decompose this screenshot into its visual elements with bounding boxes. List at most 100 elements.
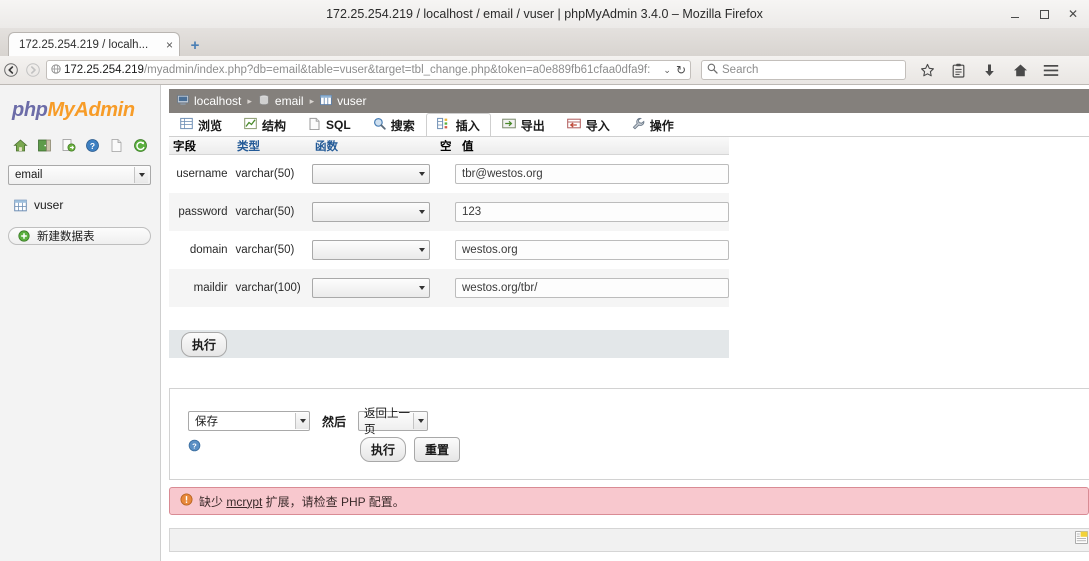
tab-label: 插入 <box>455 118 480 133</box>
table-header-row: 字段 类型 函数 空 值 <box>169 137 729 155</box>
sidebar-item-vuser[interactable]: vuser <box>12 197 63 213</box>
tab-sql[interactable]: SQL <box>297 113 362 136</box>
field-type: varchar(100) <box>235 282 301 294</box>
bookmark-star-icon[interactable] <box>918 61 936 79</box>
chevron-down-icon[interactable] <box>416 280 429 296</box>
reload-icon[interactable] <box>132 137 148 153</box>
insert-icon <box>436 117 451 133</box>
chevron-down-icon[interactable] <box>416 242 429 258</box>
help-icon[interactable]: ? <box>84 137 100 153</box>
database-select-value: email <box>15 169 43 181</box>
error-prefix: 缺少 <box>199 494 227 509</box>
value-cell: westos.org/tbr/ <box>455 278 729 298</box>
url-bar[interactable]: 172.25.254.219 /myadmin/index.php?db=ema… <box>46 60 691 80</box>
value-input[interactable]: 123 <box>455 202 729 222</box>
downloads-icon[interactable] <box>980 61 998 79</box>
insert-options-row: 保存 然后 返回上一页 <box>188 408 429 436</box>
reader-icon[interactable] <box>949 61 967 79</box>
structure-icon <box>244 117 257 133</box>
function-select[interactable] <box>311 278 430 298</box>
new-table-button[interactable]: 新建数据表 <box>8 227 151 245</box>
note-icon[interactable] <box>1075 531 1089 545</box>
panel-buttons: 执行 重置 <box>360 437 461 462</box>
database-select[interactable]: email <box>8 165 151 185</box>
value-input[interactable]: tbr@westos.org <box>455 164 729 184</box>
window-controls: ✕ <box>1007 0 1081 28</box>
reset-button[interactable]: 重置 <box>414 437 461 462</box>
back-icon[interactable] <box>0 59 22 81</box>
tab-label: SQL <box>326 118 351 132</box>
breadcrumb: localhost ▸ email ▸ vuser <box>169 89 1089 113</box>
sql-query-icon[interactable] <box>60 137 76 153</box>
table-icon <box>12 197 28 213</box>
logout-icon[interactable] <box>36 137 52 153</box>
forward-icon[interactable] <box>22 59 44 81</box>
documentation-icon[interactable] <box>108 137 124 153</box>
browser-tab-title: 172.25.254.219 / localh... <box>19 38 149 51</box>
tab-import[interactable]: 导入 <box>556 113 621 136</box>
reload-icon[interactable]: ↻ <box>674 63 686 77</box>
save-mode-value: 保存 <box>195 416 218 428</box>
minimize-button[interactable] <box>1007 6 1023 22</box>
chevron-down-icon[interactable] <box>416 204 429 220</box>
tab-label: 导入 <box>585 118 610 133</box>
tab-search[interactable]: 搜索 <box>362 113 426 136</box>
mcrypt-link[interactable]: mcrypt <box>226 495 262 509</box>
field-type: varchar(50) <box>235 244 295 256</box>
tab-structure[interactable]: 结构 <box>233 113 297 136</box>
header-function: 函数 <box>315 140 338 153</box>
breadcrumb-item-email[interactable]: email <box>258 94 304 109</box>
value-input[interactable]: westos.org/tbr/ <box>455 278 729 298</box>
warning-icon <box>180 493 193 509</box>
browser-navbar: 172.25.254.219 /myadmin/index.php?db=ema… <box>0 56 1089 85</box>
field-name: domain <box>189 244 228 256</box>
tab-insert[interactable]: 插入 <box>425 113 491 136</box>
tab-browse[interactable]: 浏览 <box>169 113 233 136</box>
search-icon <box>707 63 718 77</box>
url-dropdown-icon[interactable]: ⌄ <box>660 65 674 76</box>
chevron-down-icon[interactable] <box>416 166 429 182</box>
table-row: username varchar(50) tbr@westos.org <box>169 155 729 193</box>
window-title: 172.25.254.219 / localhost / email / vus… <box>326 7 763 21</box>
tab-operations[interactable]: 操作 <box>621 113 685 136</box>
function-cell <box>311 240 434 260</box>
help-icon[interactable]: ? <box>188 439 202 453</box>
tab-close-icon[interactable]: × <box>162 38 173 52</box>
phpmyadmin-main: localhost ▸ email ▸ vuser 浏览 结构 SQL 搜索 插… <box>161 85 1089 561</box>
header-null: 空 <box>440 140 452 153</box>
after-action-value: 返回上一页 <box>364 408 411 436</box>
execute-button-top[interactable]: 执行 <box>181 331 228 357</box>
browser-window: 172.25.254.219 / localhost / email / vus… <box>0 0 1089 561</box>
home-icon[interactable] <box>12 137 28 153</box>
browse-icon <box>180 117 193 133</box>
search-icon <box>373 117 386 133</box>
plus-circle-icon <box>16 228 32 244</box>
table-row: domain varchar(50) westos.org <box>169 231 729 269</box>
home-icon[interactable] <box>1011 61 1029 79</box>
header-value: 值 <box>462 140 474 153</box>
maximize-button[interactable] <box>1036 6 1052 22</box>
function-select[interactable] <box>311 164 430 184</box>
field-type: varchar(50) <box>235 206 295 218</box>
new-tab-icon[interactable]: + <box>186 36 204 54</box>
close-button[interactable]: ✕ <box>1065 6 1081 22</box>
breadcrumb-label-localhost: localhost <box>194 94 242 108</box>
after-action-select[interactable]: 返回上一页 <box>358 408 429 436</box>
url-host: 172.25.254.219 <box>64 64 144 76</box>
value-input[interactable]: westos.org <box>455 240 729 260</box>
function-select[interactable] <box>311 202 430 222</box>
export-icon <box>501 117 516 133</box>
breadcrumb-item-vuser[interactable]: vuser <box>320 94 366 109</box>
chevron-down-icon[interactable] <box>295 413 309 429</box>
menu-icon[interactable] <box>1042 61 1060 79</box>
chevron-down-icon[interactable] <box>413 413 428 429</box>
chevron-down-icon[interactable] <box>134 167 148 183</box>
function-select[interactable] <box>311 240 430 260</box>
header-type: 类型 <box>237 140 260 153</box>
browser-search-box[interactable]: Search <box>701 60 906 80</box>
browser-tab[interactable]: 172.25.254.219 / localh... × <box>8 32 180 56</box>
save-mode-select[interactable]: 保存 <box>188 411 310 431</box>
breadcrumb-item-localhost[interactable]: localhost <box>177 94 241 109</box>
execute-button[interactable]: 执行 <box>360 437 407 462</box>
tab-export[interactable]: 导出 <box>491 113 556 136</box>
